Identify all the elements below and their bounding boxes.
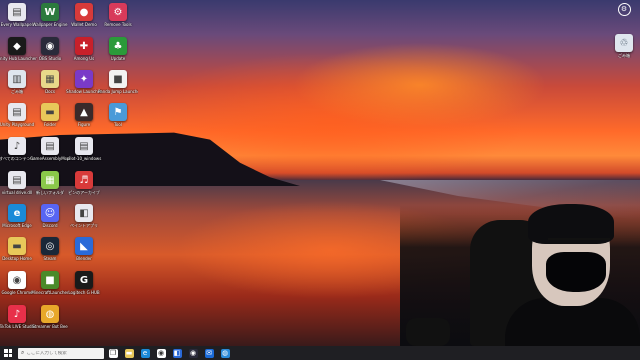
webcam-person-mask — [546, 252, 606, 292]
file-explorer-icon[interactable]: ▬ — [122, 346, 136, 360]
app-icon: ◍ — [41, 305, 59, 323]
recycle-bin-icon: ♲ — [615, 34, 633, 52]
app-icon: ♣ — [109, 37, 127, 55]
desktop: ▤ Every Wallpaper W Wallpaper Engine ● Wallet… — [0, 0, 640, 346]
obs-icon[interactable]: ◉ — [186, 346, 200, 360]
taskbar: ⌕ ❐ ▬ e ◉ ◧ ◉ ✉ ◍ — [0, 346, 640, 360]
desktop-icon-label: Logitech G HUB — [68, 290, 100, 295]
desktop-icon-label: Tool — [114, 122, 122, 127]
mail-icon-glyph: ✉ — [204, 348, 214, 358]
task-view-icon[interactable]: ❐ — [106, 346, 120, 360]
windows-app-icon-glyph: ◍ — [220, 348, 230, 358]
app-icon: ✦ — [75, 70, 93, 88]
desktop-icon[interactable]: ♬ ピンのアーカイブ — [64, 171, 104, 195]
desktop-icon[interactable]: ♣ Update — [98, 37, 138, 61]
app-icon: ▤ — [41, 137, 59, 155]
app-icon: ▦ — [41, 171, 59, 189]
app-icon: W — [41, 3, 59, 21]
desktop-icon-label: Update — [110, 56, 126, 61]
recycle-bin[interactable]: ♲ ごみ箱 — [612, 34, 636, 58]
app-icon: ▦ — [41, 70, 59, 88]
windows-logo-icon — [4, 349, 12, 357]
app-icon: ✚ — [75, 37, 93, 55]
recycle-bin-label: ごみ箱 — [618, 53, 630, 58]
app-icon: ♪ — [8, 305, 26, 323]
settings-circle-icon[interactable]: ⚙ — [614, 3, 634, 16]
app-icon: ◉ — [41, 37, 59, 55]
desktop-icon-label: Streamer Bot Bee — [32, 324, 68, 329]
desktop-icon-label: ペイントアプリ — [70, 223, 98, 228]
settings-circle-glyph: ⚙ — [617, 3, 631, 16]
app-icon: ♬ — [75, 171, 93, 189]
desktop-icon[interactable]: ⚙ Remove Tools — [98, 3, 138, 27]
start-button[interactable] — [0, 346, 16, 360]
desktop-icon[interactable]: ◧ ペイントアプリ — [64, 204, 104, 228]
taskbar-search[interactable]: ⌕ — [18, 347, 104, 359]
app-icon: ◧ — [75, 204, 93, 222]
app-icon: ▤ — [75, 137, 93, 155]
chrome-icon-glyph: ◉ — [156, 348, 166, 358]
desktop-icon[interactable]: G Logitech G HUB — [64, 271, 104, 295]
app-icon: ⚙ — [109, 3, 127, 21]
windows-app-icon[interactable]: ◍ — [218, 346, 232, 360]
app-icon: ▤ — [8, 3, 26, 21]
app-icon: ▤ — [8, 171, 26, 189]
search-input[interactable] — [24, 350, 87, 356]
app-icon: ☺ — [41, 204, 59, 222]
app-icon: ◣ — [75, 237, 93, 255]
app-icon: ◆ — [8, 37, 26, 55]
app-icon: e — [8, 204, 26, 222]
desktop-icon[interactable]: ■ Panda Jump Launcher — [98, 70, 138, 94]
edge-icon-glyph: e — [140, 348, 150, 358]
desktop-icon-label: pilot-10_windows — [66, 156, 102, 161]
desktop-icon[interactable]: ◍ Streamer Bot Bee — [30, 305, 70, 329]
store-icon-glyph: ◧ — [172, 348, 182, 358]
app-icon: ♪ — [8, 137, 26, 155]
file-explorer-icon-glyph: ▬ — [124, 348, 134, 358]
app-icon: ◉ — [8, 271, 26, 289]
app-icon: ▥ — [8, 70, 26, 88]
chrome-icon[interactable]: ◉ — [154, 346, 168, 360]
app-icon: ● — [75, 3, 93, 21]
obs-icon-glyph: ◉ — [188, 348, 198, 358]
store-icon[interactable]: ◧ — [170, 346, 184, 360]
desktop-icon-label: Blender — [76, 256, 92, 261]
taskbar-apps: ❐ ▬ e ◉ ◧ ◉ ✉ ◍ — [104, 346, 232, 360]
desktop-icon-label: Remove Tools — [104, 22, 132, 27]
desktop-icon[interactable]: ▤ pilot-10_windows — [64, 137, 104, 161]
desktop-icon-label: ピンのアーカイブ — [68, 190, 100, 195]
app-icon: ▬ — [41, 103, 59, 121]
edge-icon[interactable]: e — [138, 346, 152, 360]
app-icon: ◎ — [41, 237, 59, 255]
app-icon: G — [75, 271, 93, 289]
app-icon: ▤ — [8, 103, 26, 121]
desktop-icon[interactable]: ⚑ Tool — [98, 103, 138, 127]
app-icon: ⚑ — [109, 103, 127, 121]
app-icon: ■ — [41, 271, 59, 289]
app-icon: ■ — [109, 70, 127, 88]
mail-icon[interactable]: ✉ — [202, 346, 216, 360]
webcam-microphone — [406, 318, 450, 346]
desktop-icon[interactable]: ◣ Blender — [64, 237, 104, 261]
app-icon: ▲ — [75, 103, 93, 121]
desktop-icon-label: Panda Jump Launcher — [98, 89, 138, 94]
task-view-icon-glyph: ❐ — [108, 348, 118, 358]
app-icon: ▬ — [8, 237, 26, 255]
